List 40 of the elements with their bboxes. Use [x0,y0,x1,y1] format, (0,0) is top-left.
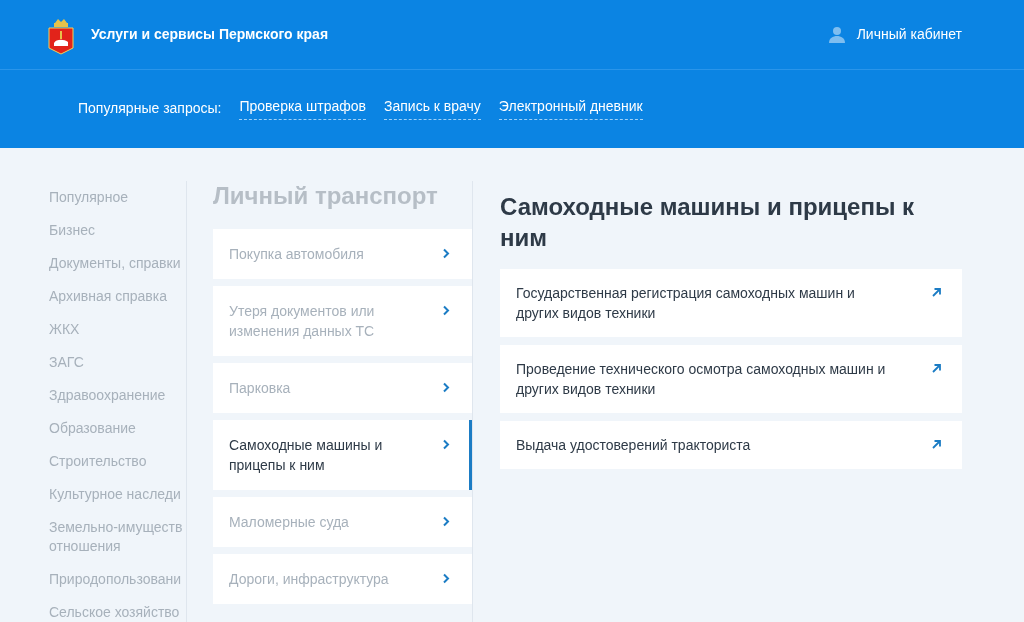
sidebar-item[interactable]: Здравоохранение [49,386,186,405]
popular-link[interactable]: Электронный дневник [498,96,643,120]
popular-link[interactable]: Запись к врачу [384,96,481,120]
arrow-up-right-icon [931,287,942,298]
arrow-up-right-icon [931,363,942,374]
sidebar-item[interactable]: Популярное [49,188,186,207]
chevron-right-icon [442,573,450,584]
category-item[interactable]: Парковка [213,363,472,413]
sidebar-item[interactable]: ЗАГС [49,353,186,372]
service-item[interactable]: Проведение технического осмотра самоходных машин и других видов техники [500,345,962,413]
service-item[interactable]: Выдача удостоверений тракториста [500,421,962,469]
sidebar-item[interactable]: Природопользовани [49,570,186,589]
sidebar-item[interactable]: Культурное наследи [49,485,186,504]
sidebar-item[interactable]: Земельно-имуществ отношения [49,518,186,556]
popular-link[interactable]: Проверка штрафов [239,96,366,120]
category-item[interactable]: Покупка автомобиля [213,229,472,279]
services-title: Самоходные машины и прицепы к ним [500,192,916,253]
service-item[interactable]: Государственная регистрация самоходных машин и других видов техники [500,269,962,337]
sidebar-item[interactable]: Архивная справка [49,287,186,306]
user-icon [828,26,845,43]
chevron-right-icon [442,248,450,259]
sidebar-item[interactable]: Сельское хозяйство [49,603,186,622]
category-item[interactable]: Утеря документов или изменения данных ТС [213,286,472,356]
category-item[interactable]: Маломерные суда [213,497,472,547]
chevron-right-icon [442,439,450,450]
site-title[interactable]: Услуги и сервисы Пермского края [91,24,329,45]
category-item[interactable]: Дороги, инфраструктура [213,554,472,604]
arrow-up-right-icon [931,439,942,450]
sidebar-item[interactable]: ЖКХ [49,320,186,339]
account-link[interactable]: Личный кабинет [856,24,962,45]
sidebar-item[interactable]: Документы, справки [49,254,186,273]
category-title: Личный транспорт [213,181,439,211]
chevron-right-icon [442,305,450,316]
chevron-right-icon [442,516,450,527]
sidebar-item[interactable]: Бизнес [49,221,186,240]
sidebar-item[interactable]: Образование [49,419,186,438]
category-item[interactable]: Самоходные машины и прицепы к ним [213,420,472,490]
chevron-right-icon [442,382,450,393]
popular-label: Популярные запросы: [78,98,222,118]
sidebar-item[interactable]: Строительство [49,452,186,471]
